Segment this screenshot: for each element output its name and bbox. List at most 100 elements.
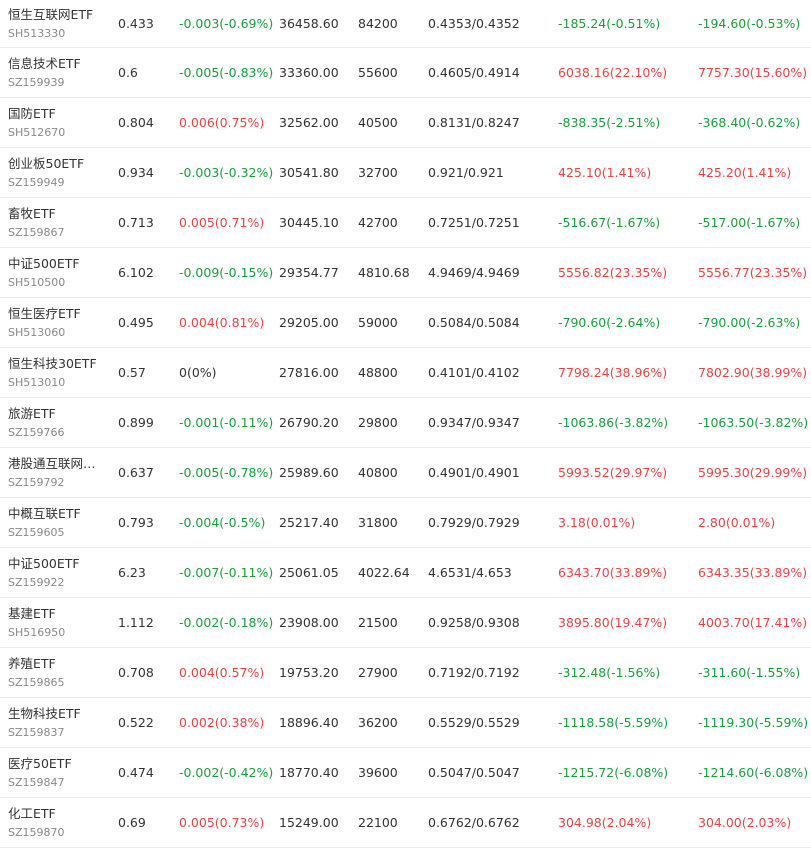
table-row[interactable]: 生物科技ETF SZ159837 0.522 0.002(0.38%) 18896.40… — [0, 698, 811, 748]
fund-name[interactable]: 港股通互联网… — [8, 455, 106, 473]
table-row[interactable]: 医疗50ETF SZ159847 0.474 -0.002(-0.42%) 18770.… — [0, 748, 811, 798]
fund-name-cell[interactable]: 畜牧ETF SZ159867 — [8, 198, 112, 247]
table-row[interactable]: 养殖ETF SZ159865 0.708 0.004(0.57%) 19753.20 27… — [0, 648, 811, 698]
fund-name[interactable]: 旅游ETF — [8, 405, 106, 423]
fund-name-cell[interactable]: 恒生互联网ETF SH513330 — [8, 0, 112, 47]
fund-name[interactable]: 恒生互联网ETF — [8, 6, 106, 24]
fund-code: SZ159865 — [8, 675, 65, 689]
cost-price: 0.5084/0.5084 — [428, 315, 520, 330]
table-row[interactable]: 恒生医疗ETF SH513060 0.495 0.004(0.81%) 29205.00… — [0, 298, 811, 348]
market-value: 26790.20 — [279, 415, 339, 430]
table-row[interactable]: 创业板50ETF SZ159949 0.934 -0.003(-0.32%) 30541… — [0, 148, 811, 198]
fund-name[interactable]: 信息技术ETF — [8, 55, 106, 73]
fund-name-cell[interactable]: 中证500ETF SZ159922 — [8, 548, 112, 597]
holding-quantity: 29800 — [358, 415, 398, 430]
fund-name-cell[interactable]: 基建ETF SH516950 — [8, 598, 112, 647]
fund-name-cell[interactable]: 国防ETF SH512670 — [8, 98, 112, 147]
fund-code: SZ159939 — [8, 75, 65, 89]
cost-price: 0.7251/0.7251 — [428, 215, 520, 230]
market-value: 29354.77 — [279, 265, 339, 280]
fund-code: SZ159922 — [8, 575, 65, 589]
position-profit: 6343.70(33.89%) — [558, 565, 668, 580]
fund-name-cell[interactable]: 信息技术ETF SZ159939 — [8, 48, 112, 97]
fund-name[interactable]: 恒生医疗ETF — [8, 305, 106, 323]
fund-code: SH516950 — [8, 625, 66, 639]
total-profit: -194.60(-0.53%) — [698, 16, 801, 31]
table-row[interactable]: 基建ETF SH516950 1.112 -0.002(-0.18%) 23908.00… — [0, 598, 811, 648]
holding-quantity: 31800 — [358, 515, 398, 530]
position-profit: -1118.58(-5.59%) — [558, 715, 669, 730]
table-row[interactable]: 信息技术ETF SZ159939 0.6 -0.005(-0.83%) 33360.00… — [0, 48, 811, 98]
position-profit: -516.67(-1.67%) — [558, 215, 661, 230]
price-change: -0.005(-0.78%) — [179, 465, 274, 480]
fund-name-cell[interactable]: 创业板50ETF SZ159949 — [8, 148, 112, 197]
position-profit: 6038.16(22.10%) — [558, 65, 668, 80]
fund-code: SH513330 — [8, 26, 66, 40]
fund-name[interactable]: 恒生科技30ETF — [8, 355, 106, 373]
table-row[interactable]: 化工ETF SZ159870 0.69 0.005(0.73%) 15249.00 221… — [0, 798, 811, 848]
table-row[interactable]: 旅游ETF SZ159766 0.899 -0.001(-0.11%) 26790.20… — [0, 398, 811, 448]
table-row[interactable]: 国防ETF SH512670 0.804 0.006(0.75%) 32562.00 40… — [0, 98, 811, 148]
cost-price: 0.7192/0.7192 — [428, 665, 520, 680]
cost-price: 0.5047/0.5047 — [428, 765, 520, 780]
price-change: 0.004(0.57%) — [179, 665, 265, 680]
fund-name[interactable]: 生物科技ETF — [8, 705, 106, 723]
fund-name-cell[interactable]: 中证500ETF SH510500 — [8, 248, 112, 297]
position-profit: -312.48(-1.56%) — [558, 665, 661, 680]
fund-name[interactable]: 医疗50ETF — [8, 755, 106, 773]
fund-name-cell[interactable]: 恒生医疗ETF SH513060 — [8, 298, 112, 347]
table-row[interactable]: 港股通互联网… SZ159792 0.637 -0.005(-0.78%) 25989.… — [0, 448, 811, 498]
fund-name-cell[interactable]: 旅游ETF SZ159766 — [8, 398, 112, 447]
table-row[interactable]: 中证500ETF SZ159922 6.23 -0.007(-0.11%) 25061.… — [0, 548, 811, 598]
fund-code: SZ159837 — [8, 725, 65, 739]
position-profit: -1215.72(-6.08%) — [558, 765, 669, 780]
fund-name[interactable]: 基建ETF — [8, 605, 106, 623]
holding-quantity: 27900 — [358, 665, 398, 680]
cost-price: 0.4101/0.4102 — [428, 365, 520, 380]
current-price: 0.522 — [118, 715, 154, 730]
position-profit: 304.98(2.04%) — [558, 815, 652, 830]
market-value: 30445.10 — [279, 215, 339, 230]
fund-name[interactable]: 养殖ETF — [8, 655, 106, 673]
holding-quantity: 21500 — [358, 615, 398, 630]
total-profit: 304.00(2.03%) — [698, 815, 792, 830]
table-row[interactable]: 恒生科技30ETF SH513010 0.57 0(0%) 27816.00 48800 0… — [0, 348, 811, 398]
fund-name-cell[interactable]: 医疗50ETF SZ159847 — [8, 748, 112, 797]
fund-name-cell[interactable]: 港股通互联网… SZ159792 — [8, 448, 112, 497]
total-profit: -311.60(-1.55%) — [698, 665, 801, 680]
fund-name[interactable]: 中概互联ETF — [8, 505, 106, 523]
holding-quantity: 4022.64 — [358, 565, 410, 580]
table-row[interactable]: 恒生互联网ETF SH513330 0.433 -0.003(-0.69%) 36458… — [0, 0, 811, 48]
market-value: 32562.00 — [279, 115, 339, 130]
current-price: 0.713 — [118, 215, 154, 230]
fund-name-cell[interactable]: 化工ETF SZ159870 — [8, 798, 112, 847]
market-value: 18770.40 — [279, 765, 339, 780]
fund-name[interactable]: 畜牧ETF — [8, 205, 106, 223]
table-row[interactable]: 中证500ETF SH510500 6.102 -0.009(-0.15%) 29354… — [0, 248, 811, 298]
holding-quantity: 55600 — [358, 65, 398, 80]
fund-name[interactable]: 国防ETF — [8, 105, 106, 123]
cost-price: 0.921/0.921 — [428, 165, 504, 180]
fund-code: SZ159792 — [8, 475, 65, 489]
fund-name-cell[interactable]: 恒生科技30ETF SH513010 — [8, 348, 112, 397]
holding-quantity: 22100 — [358, 815, 398, 830]
price-change: -0.003(-0.69%) — [179, 16, 274, 31]
fund-name-cell[interactable]: 养殖ETF SZ159865 — [8, 648, 112, 697]
fund-code: SZ159847 — [8, 775, 65, 789]
table-row[interactable]: 中概互联ETF SZ159605 0.793 -0.004(-0.5%) 25217.4… — [0, 498, 811, 548]
cost-price: 0.9258/0.9308 — [428, 615, 520, 630]
table-row[interactable]: 畜牧ETF SZ159867 0.713 0.005(0.71%) 30445.10 42… — [0, 198, 811, 248]
cost-price: 4.9469/4.9469 — [428, 265, 520, 280]
market-value: 25217.40 — [279, 515, 339, 530]
fund-name-cell[interactable]: 生物科技ETF SZ159837 — [8, 698, 112, 747]
fund-name[interactable]: 中证500ETF — [8, 555, 106, 573]
market-value: 18896.40 — [279, 715, 339, 730]
fund-name-cell[interactable]: 中概互联ETF SZ159605 — [8, 498, 112, 547]
fund-name[interactable]: 创业板50ETF — [8, 155, 106, 173]
market-value: 25061.05 — [279, 565, 339, 580]
fund-name[interactable]: 化工ETF — [8, 805, 106, 823]
price-change: 0.006(0.75%) — [179, 115, 265, 130]
fund-name[interactable]: 中证500ETF — [8, 255, 106, 273]
total-profit: -1119.30(-5.59%) — [698, 715, 809, 730]
position-profit: 5993.52(29.97%) — [558, 465, 668, 480]
